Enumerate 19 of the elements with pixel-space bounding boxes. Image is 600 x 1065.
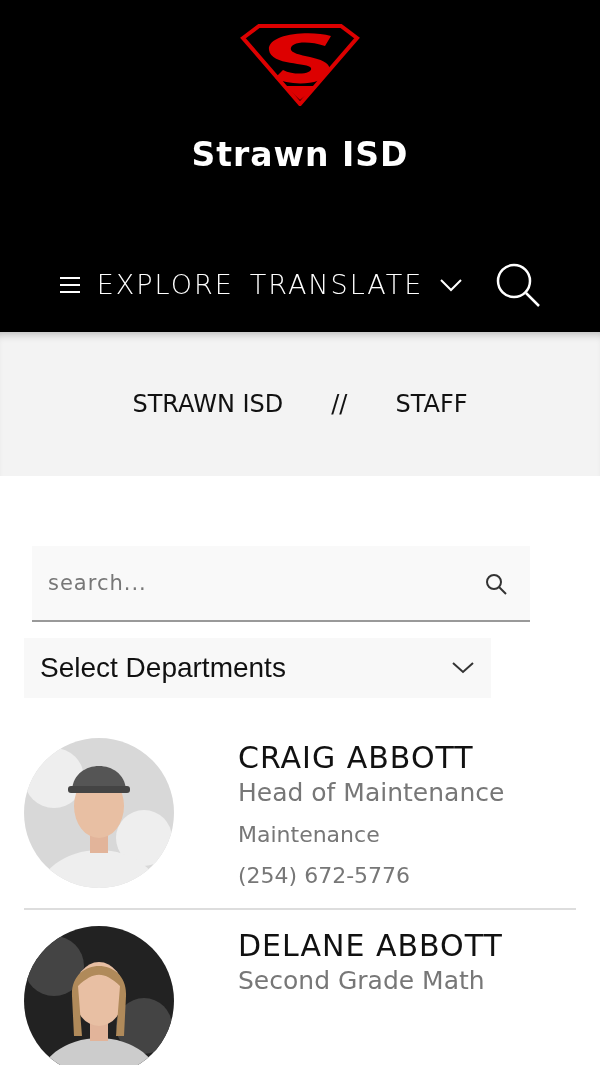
search-icon[interactable] xyxy=(495,262,542,308)
breadcrumb-link[interactable]: STAFF xyxy=(395,386,468,422)
search-icon[interactable] xyxy=(484,572,508,596)
staff-title: Second Grade Math xyxy=(238,964,486,997)
explore-menu-button[interactable]: EXPLORE xyxy=(96,264,234,306)
staff-department: Maintenance xyxy=(238,820,381,849)
staff-phone[interactable]: (254) 672-5776 xyxy=(238,858,505,892)
breadcrumb-separator: // xyxy=(331,389,348,420)
staff-name[interactable]: CRAIG ABBOTT xyxy=(238,738,505,777)
site-title[interactable]: Strawn ISD xyxy=(191,130,409,180)
menu-icon[interactable] xyxy=(58,276,81,294)
staff-name[interactable]: DELANE ABBOTT xyxy=(238,925,503,965)
department-select[interactable]: Select Departments xyxy=(24,638,491,698)
shield-logo-icon[interactable] xyxy=(239,24,361,106)
staff-title: Head of Maintenance xyxy=(238,777,505,809)
translate-dropdown[interactable]: TRANSLATE xyxy=(249,264,424,306)
search-field[interactable]: search... xyxy=(32,546,530,622)
breadcrumb-link[interactable]: STRAWN ISD xyxy=(132,386,284,422)
chevron-down-icon[interactable] xyxy=(451,661,475,675)
